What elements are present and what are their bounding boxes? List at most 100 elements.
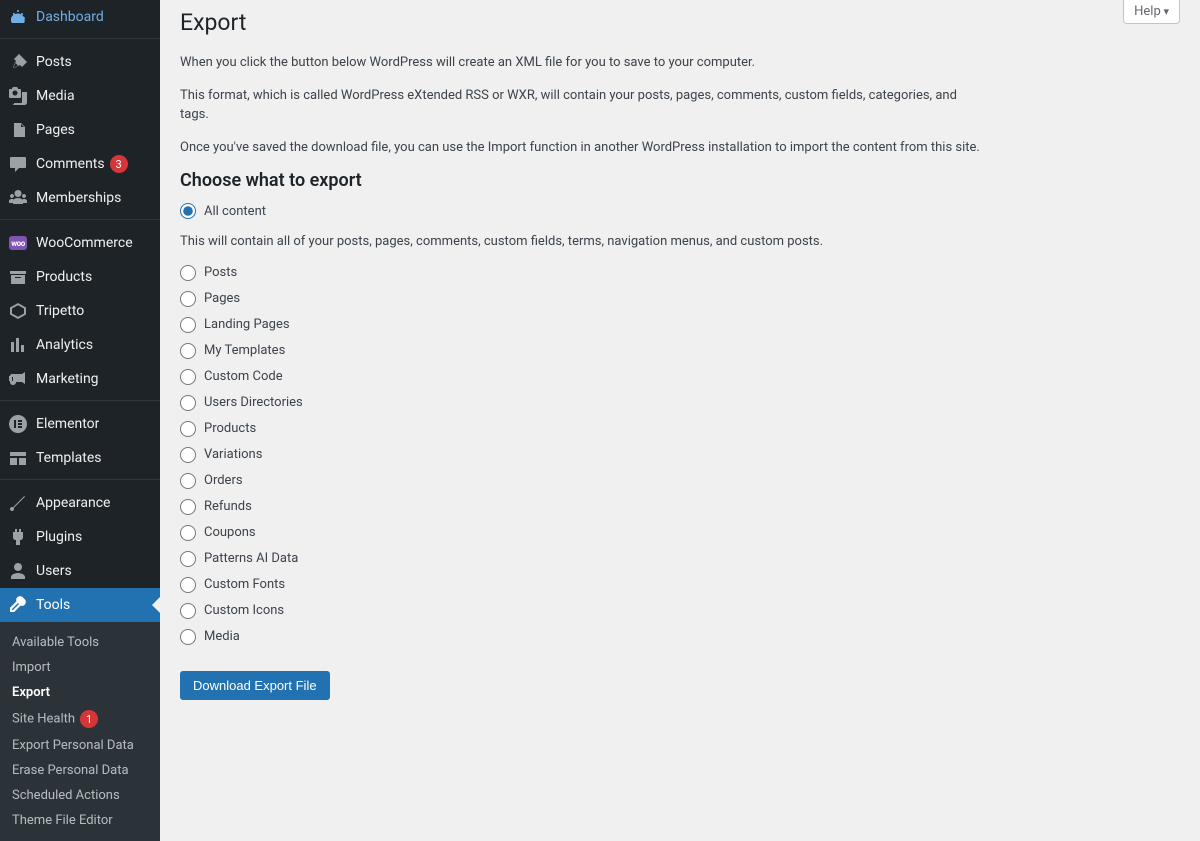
- sidebar-item-tools[interactable]: Tools: [0, 588, 160, 622]
- radio-label[interactable]: Landing Pages: [204, 317, 290, 332]
- sidebar-item-label: Memberships: [36, 190, 121, 206]
- submenu-label: Export Personal Data: [12, 738, 134, 753]
- sidebar-item-elementor[interactable]: Elementor: [0, 407, 160, 441]
- page-icon: [8, 120, 28, 140]
- submenu-export-personal-data[interactable]: Export Personal Data: [0, 733, 160, 758]
- sidebar-item-label: Users: [36, 563, 72, 579]
- admin-sidebar: Dashboard Posts Media Pages Comments 3 M…: [0, 0, 160, 841]
- wrench-icon: [8, 595, 28, 615]
- megaphone-icon: [8, 369, 28, 389]
- sidebar-item-label: Pages: [36, 122, 75, 138]
- sidebar-item-appearance[interactable]: Appearance: [0, 486, 160, 520]
- sidebar-item-media[interactable]: Media: [0, 79, 160, 113]
- sidebar-item-woocommerce[interactable]: woo WooCommerce: [0, 226, 160, 260]
- radio-label[interactable]: Pages: [204, 291, 240, 306]
- intro-text: This format, which is called WordPress e…: [180, 86, 980, 125]
- submenu-site-health[interactable]: Site Health1: [0, 705, 160, 733]
- export-option: Variations: [180, 447, 1180, 463]
- submenu-scheduled-actions[interactable]: Scheduled Actions: [0, 783, 160, 808]
- radio-option[interactable]: [180, 369, 196, 385]
- sidebar-item-analytics[interactable]: Analytics: [0, 328, 160, 362]
- export-option: Patterns AI Data: [180, 551, 1180, 567]
- sidebar-item-posts[interactable]: Posts: [0, 45, 160, 79]
- sidebar-item-templates[interactable]: Templates: [0, 441, 160, 475]
- tripetto-icon: [8, 301, 28, 321]
- submenu-import[interactable]: Import: [0, 655, 160, 680]
- page-title: Export: [180, 0, 1180, 40]
- radio-option[interactable]: [180, 473, 196, 489]
- radio-label[interactable]: Orders: [204, 473, 243, 488]
- radio-label[interactable]: Variations: [204, 447, 262, 462]
- radio-label[interactable]: My Templates: [204, 343, 285, 358]
- radio-label[interactable]: Refunds: [204, 499, 252, 514]
- radio-option[interactable]: [180, 317, 196, 333]
- radio-option[interactable]: [180, 499, 196, 515]
- radio-option[interactable]: [180, 395, 196, 411]
- radio-option[interactable]: [180, 577, 196, 593]
- radio-option[interactable]: [180, 525, 196, 541]
- sidebar-item-plugins[interactable]: Plugins: [0, 520, 160, 554]
- sidebar-item-label: Dashboard: [36, 9, 104, 25]
- radio-option[interactable]: [180, 421, 196, 437]
- radio-label[interactable]: Users Directories: [204, 395, 303, 410]
- radio-option[interactable]: [180, 447, 196, 463]
- sidebar-item-marketing[interactable]: Marketing: [0, 362, 160, 396]
- media-icon: [8, 86, 28, 106]
- brush-icon: [8, 493, 28, 513]
- section-heading: Choose what to export: [180, 170, 1180, 191]
- export-option: Custom Icons: [180, 603, 1180, 619]
- sidebar-item-dashboard[interactable]: Dashboard: [0, 0, 160, 34]
- radio-option[interactable]: [180, 603, 196, 619]
- radio-label[interactable]: Custom Code: [204, 369, 283, 384]
- radio-label[interactable]: Patterns AI Data: [204, 551, 298, 566]
- export-option: Landing Pages: [180, 317, 1180, 333]
- radio-option[interactable]: [180, 291, 196, 307]
- sidebar-item-label: Appearance: [36, 495, 110, 511]
- submenu-label: Site Health: [12, 712, 75, 727]
- elementor-icon: [8, 414, 28, 434]
- intro-text: Once you've saved the download file, you…: [180, 138, 980, 158]
- submenu-export[interactable]: Export: [0, 680, 160, 705]
- radio-label[interactable]: All content: [204, 204, 266, 219]
- menu-separator: [0, 396, 160, 401]
- submenu-available-tools[interactable]: Available Tools: [0, 630, 160, 655]
- export-option: Orders: [180, 473, 1180, 489]
- radio-option[interactable]: [180, 551, 196, 567]
- sidebar-item-products[interactable]: Products: [0, 260, 160, 294]
- submenu-label: Erase Personal Data: [12, 763, 129, 778]
- export-option-all: All content: [180, 203, 1180, 219]
- submenu-label: Import: [12, 660, 51, 675]
- radio-option[interactable]: [180, 265, 196, 281]
- sidebar-item-users[interactable]: Users: [0, 554, 160, 588]
- pin-icon: [8, 52, 28, 72]
- radio-label[interactable]: Products: [204, 421, 256, 436]
- archive-icon: [8, 267, 28, 287]
- radio-label[interactable]: Posts: [204, 265, 237, 280]
- sidebar-item-memberships[interactable]: Memberships: [0, 181, 160, 215]
- radio-label[interactable]: Custom Icons: [204, 603, 284, 618]
- sidebar-item-comments[interactable]: Comments 3: [0, 147, 160, 181]
- sidebar-item-label: Analytics: [36, 337, 93, 353]
- plug-icon: [8, 527, 28, 547]
- submenu-label: Available Tools: [12, 635, 99, 650]
- download-export-button[interactable]: Download Export File: [180, 671, 330, 700]
- menu-separator: [0, 475, 160, 480]
- dashboard-icon: [8, 7, 28, 27]
- submenu-theme-file-editor[interactable]: Theme File Editor: [0, 808, 160, 833]
- sidebar-item-label: Media: [36, 88, 75, 104]
- submenu-erase-personal-data[interactable]: Erase Personal Data: [0, 758, 160, 783]
- sidebar-item-label: Templates: [36, 450, 102, 466]
- radio-option[interactable]: [180, 629, 196, 645]
- chart-bar-icon: [8, 335, 28, 355]
- radio-label[interactable]: Custom Fonts: [204, 577, 285, 592]
- sidebar-item-tripetto[interactable]: Tripetto: [0, 294, 160, 328]
- radio-all-content[interactable]: [180, 203, 196, 219]
- radio-label[interactable]: Media: [204, 629, 240, 644]
- sidebar-item-pages[interactable]: Pages: [0, 113, 160, 147]
- radio-option[interactable]: [180, 343, 196, 359]
- option-description: This will contain all of your posts, pag…: [180, 232, 980, 252]
- help-tab[interactable]: Help: [1123, 0, 1180, 24]
- menu-separator: [0, 215, 160, 220]
- radio-label[interactable]: Coupons: [204, 525, 256, 540]
- export-option: Pages: [180, 291, 1180, 307]
